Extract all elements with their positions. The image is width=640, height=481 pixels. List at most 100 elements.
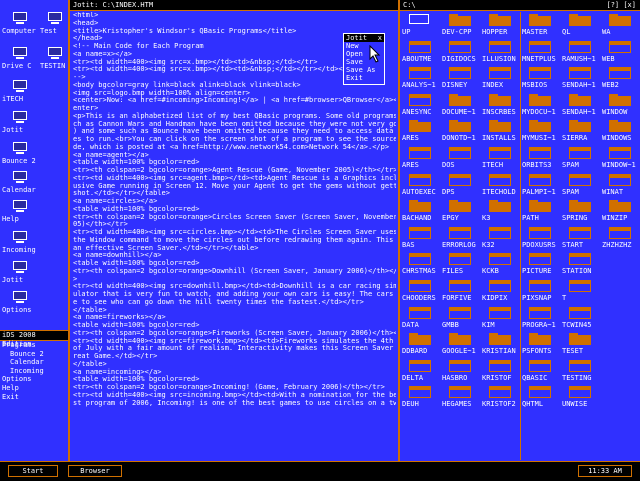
file-item[interactable]: PALMPI~1 [520,172,560,199]
desktop-icon[interactable]: iTECH [2,80,42,103]
file-item[interactable]: WEB2 [600,65,640,92]
file-item[interactable]: WINAT [600,172,640,199]
file-item[interactable]: DATA [400,305,440,332]
desktop-icon[interactable]: Drive C [2,47,42,70]
start-button[interactable]: Start [8,465,58,477]
file-menu-item[interactable]: Exit [344,74,384,82]
file-item[interactable]: INDEX [480,65,520,92]
file-item[interactable]: MNETPLUS [520,39,560,66]
browser-title[interactable]: C:\ [?] [x] [400,0,640,11]
file-item[interactable]: HEGAMES [440,384,480,411]
file-item[interactable]: QHTML [520,384,560,411]
file-item[interactable]: DIGIDOCS [440,39,480,66]
file-item[interactable]: T [560,278,600,305]
file-item[interactable]: MYMUSI~1 [520,118,560,145]
file-item[interactable]: WINDOWS [600,118,640,145]
file-item[interactable]: KRISTOF [480,358,520,385]
file-item[interactable]: K32 [480,225,520,252]
file-item[interactable]: WEB [600,39,640,66]
file-item[interactable]: SPRING [560,198,600,225]
desktop-icon[interactable]: Help [2,200,42,223]
desktop-icon[interactable]: Jotit [2,261,42,284]
file-item[interactable]: DEUH [400,384,440,411]
file-item[interactable]: KIM [480,305,520,332]
file-item[interactable]: HOPPER [480,12,520,39]
desktop-icon[interactable]: TESTIN [40,47,68,70]
file-item[interactable]: K3 [480,198,520,225]
file-item[interactable]: ARES [400,118,440,145]
file-item[interactable]: UNWISE [560,384,600,411]
file-item[interactable]: KIDPIX [480,278,520,305]
file-item[interactable]: RAMUSH~1 [560,39,600,66]
file-item[interactable]: ORBITS3 [520,145,560,172]
file-item[interactable]: ABOUTME [400,39,440,66]
file-item[interactable]: STATION [560,251,600,278]
file-item[interactable]: KRISTOF2 [480,384,520,411]
file-item[interactable]: DELTA [400,358,440,385]
file-item[interactable]: BACHAND [400,198,440,225]
file-item[interactable]: MSBIOS [520,65,560,92]
file-item[interactable]: SENDAH~1 [560,92,600,119]
file-item[interactable]: TESET [560,331,600,358]
file-item[interactable]: PROGRA~1 [520,305,560,332]
file-item[interactable]: PDOXUSRS [520,225,560,252]
start-menu-item[interactable]: Options [0,375,68,384]
file-item[interactable]: PSFONTS [520,331,560,358]
file-item[interactable]: DPS [440,172,480,199]
file-item[interactable]: ITECHOLD [480,172,520,199]
start-menu-item[interactable]: Help [0,384,68,393]
desktop-icon[interactable]: Calendar [2,171,42,194]
start-menu-item[interactable]: Bounce 2 [0,350,68,359]
file-item[interactable]: SPAM [560,145,600,172]
file-item[interactable]: INSCRBES [480,92,520,119]
file-item[interactable]: KRISTIAN [480,331,520,358]
file-menu-item[interactable]: Save As [344,66,384,74]
file-item[interactable]: ILLUSION [480,39,520,66]
file-item[interactable]: DISNEY [440,65,480,92]
file-item[interactable]: BAS [400,225,440,252]
start-menu-item[interactable]: Exit [0,393,68,402]
close-icon[interactable]: x [378,34,382,42]
file-item[interactable]: PICTURE [520,251,560,278]
file-item[interactable]: CHRSTMAS [400,251,440,278]
file-item[interactable]: ERRORLOG [440,225,480,252]
file-item[interactable]: ARES [400,145,440,172]
file-item[interactable]: DDBARD [400,331,440,358]
file-item[interactable]: QBASIC [520,358,560,385]
file-item[interactable]: WA [600,12,640,39]
file-item[interactable]: UP [400,12,440,39]
file-item[interactable]: QL [560,12,600,39]
desktop-icon[interactable]: Jotit [2,111,42,134]
desktop-icon[interactable]: Options [2,291,42,314]
file-item[interactable]: SENDAH~1 [560,65,600,92]
file-item[interactable]: HASBRO [440,358,480,385]
file-item[interactable]: FILES [440,251,480,278]
file-item[interactable]: START [560,225,600,252]
file-item[interactable]: WINDOW~1 [600,145,640,172]
desktop-icon[interactable]: Computer [2,12,42,35]
file-item[interactable]: ITECH [480,145,520,172]
desktop-icon[interactable]: Test [40,12,68,35]
file-item[interactable]: AUTOEXEC [400,172,440,199]
start-menu-item[interactable]: Incoming [0,367,68,376]
file-item[interactable]: DOS [440,145,480,172]
desktop-icon[interactable]: Bounce 2 [2,142,42,165]
file-item[interactable]: DOCUME~1 [440,92,480,119]
file-item[interactable]: DONOTD~1 [440,118,480,145]
file-item[interactable]: FORFIVE [440,278,480,305]
file-item[interactable]: MASTER [520,12,560,39]
file-item[interactable]: ANESYNC [400,92,440,119]
file-item[interactable]: TCWIN45 [560,305,600,332]
file-item[interactable]: MYDOCU~1 [520,92,560,119]
file-item[interactable]: WINDOW [600,92,640,119]
file-item[interactable]: TESTING [560,358,600,385]
file-item[interactable]: CHOODERS [400,278,440,305]
file-item[interactable]: WINZIP [600,198,640,225]
start-menu-item[interactable]: Calendar [0,358,68,367]
file-item[interactable]: ANALYS~1 [400,65,440,92]
file-item[interactable]: PATH [520,198,560,225]
file-item[interactable]: SIERRA [560,118,600,145]
file-item[interactable]: DEV-CPP [440,12,480,39]
file-item[interactable]: GMBB [440,305,480,332]
desktop-icon[interactable]: Incoming [2,231,42,254]
